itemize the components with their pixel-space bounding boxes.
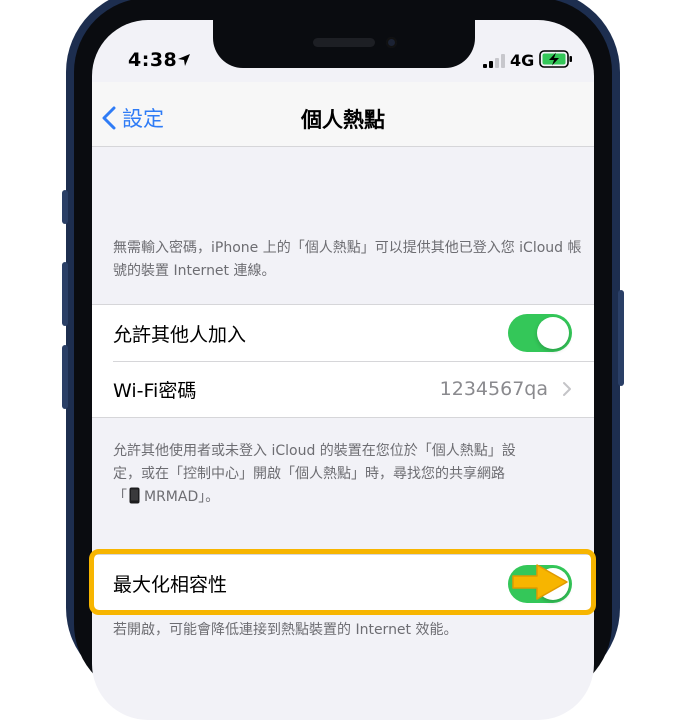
status-time: 4:38 (128, 49, 178, 71)
allow-others-toggle[interactable] (508, 314, 572, 352)
pointer-arrow-icon (512, 564, 568, 600)
notch (213, 0, 475, 68)
location-arrow-icon (178, 54, 190, 66)
quote-open: 「 (113, 489, 127, 505)
side-button-volume-up (62, 262, 68, 326)
allow-others-row: 允許其他人加入 (92, 305, 594, 361)
allow-others-label: 允許其他人加入 (113, 323, 247, 346)
wifi-password-row[interactable]: Wi-Fi密碼 1234567qa (92, 361, 594, 417)
toggle-knob (537, 317, 569, 349)
discovery-footnote-line3: 「 MRMAD」。 (113, 486, 583, 509)
side-button-silent (62, 190, 68, 224)
battery-charging-icon (539, 50, 572, 68)
chevron-right-icon (563, 382, 571, 396)
phone-icon (129, 487, 140, 504)
wifi-password-label: Wi-Fi密碼 (113, 379, 197, 402)
wifi-password-value: 1234567qa (439, 378, 548, 400)
signal-bars-icon (483, 54, 505, 68)
discovery-footnote-line2: 定，或在「控制中心」開啟「個人熱點」時，尋找您的共享網路 (113, 466, 505, 482)
intro-footnote: 無需輸入密碼，iPhone 上的「個人熱點」可以提供其他已登入您 iCloud … (113, 240, 582, 279)
quote-close: 」。 (198, 489, 220, 505)
discovery-footnote-line1: 允許其他使用者或未登入 iCloud 的裝置在您位於「個人熱點」設 (113, 443, 516, 459)
side-button-volume-down (62, 345, 68, 409)
hotspot-settings-group: 允許其他人加入 Wi-Fi密碼 1234567qa (92, 304, 594, 418)
side-button-power (618, 290, 624, 386)
network-type: 4G (510, 51, 535, 70)
page-title: 個人熱點 (301, 108, 385, 132)
speaker (313, 38, 375, 47)
front-camera (386, 37, 397, 48)
device-name: MRMAD (144, 489, 199, 505)
discovery-footnote: 允許其他使用者或未登入 iCloud 的裝置在您位於「個人熱點」設 定，或在「控… (113, 440, 583, 509)
compatibility-footnote: 若開啟，可能會降低連接到熱點裝置的 Internet 效能。 (113, 622, 458, 638)
